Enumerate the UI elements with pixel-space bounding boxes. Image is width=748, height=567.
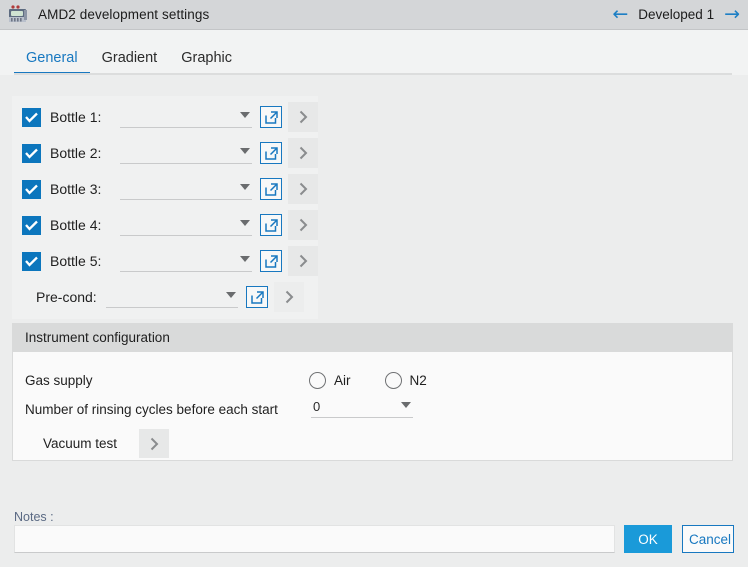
chevron-down-icon [240,148,250,154]
vacuum-test-label: Vacuum test [43,436,117,451]
bottle-3-details-button[interactable] [288,174,318,204]
rinsing-cycles-label: Number of rinsing cycles before each sta… [25,402,278,417]
bottle-4-open-button[interactable] [260,214,282,236]
gas-supply-options: Air N2 [309,366,453,395]
vacuum-test-row: Vacuum test [13,429,732,458]
tab-gradient[interactable]: Gradient [90,50,170,75]
vacuum-test-button[interactable] [139,429,169,458]
tab-graphic[interactable]: Graphic [169,50,244,75]
bottle-5-label: Bottle 5: [50,253,114,269]
rinsing-cycles-select[interactable]: 0 [311,396,413,418]
title-bar: AMD2 development settings ← Developed 1 … [0,0,748,30]
gas-option-air-radio[interactable] [309,372,326,389]
bottle-row-4: Bottle 4: [12,207,318,243]
bottle-1-select[interactable] [120,106,252,128]
bottle-row-1: Bottle 1: [12,99,318,135]
precond-select[interactable] [106,286,238,308]
cancel-button[interactable]: Cancel [682,525,734,553]
gas-option-air-label: Air [334,373,351,388]
bottle-row-3: Bottle 3: [12,171,318,207]
instrument-configuration-panel: Instrument configuration Gas supply Air … [12,323,733,461]
bottle-4-select[interactable] [120,214,252,236]
bottle-4-checkbox[interactable] [22,216,41,235]
window-title: AMD2 development settings [38,7,209,22]
record-navigator: ← Developed 1 → [612,5,740,24]
rinsing-cycles-value: 0 [311,396,413,417]
precond-open-button[interactable] [246,286,268,308]
precond-label: Pre-cond: [36,289,100,305]
bottle-4-label: Bottle 4: [50,217,114,233]
gas-option-n2-label: N2 [410,373,427,388]
general-tab-panel: Bottle 1: Bottle 2: [0,75,748,567]
chevron-down-icon [226,292,236,298]
chevron-down-icon [240,112,250,118]
chevron-down-icon [240,184,250,190]
tab-general[interactable]: General [14,50,90,75]
gas-option-n2-radio[interactable] [385,372,402,389]
bottle-3-label: Bottle 3: [50,181,114,197]
instrument-configuration-header: Instrument configuration [13,323,732,352]
bottle-list: Bottle 1: Bottle 2: [12,96,318,319]
bottle-2-label: Bottle 2: [50,145,114,161]
bottle-1-details-button[interactable] [288,102,318,132]
tab-bar: General Gradient Graphic [0,30,748,75]
bottle-3-open-button[interactable] [260,178,282,200]
bottle-1-checkbox[interactable] [22,108,41,127]
notes-label: Notes : [14,510,54,524]
bottle-5-open-button[interactable] [260,250,282,272]
previous-arrow-icon[interactable]: ← [612,5,628,24]
chevron-down-icon [240,220,250,226]
gas-supply-label: Gas supply [25,373,93,388]
record-label: Developed 1 [638,7,714,22]
bottle-2-details-button[interactable] [288,138,318,168]
bottle-5-checkbox[interactable] [22,252,41,271]
bottle-4-details-button[interactable] [288,210,318,240]
bottle-row-5: Bottle 5: [12,243,318,279]
next-arrow-icon[interactable]: → [724,5,740,24]
bottle-1-label: Bottle 1: [50,109,114,125]
ok-button[interactable]: OK [624,525,672,553]
precond-row: Pre-cond: [12,279,318,315]
bottle-2-select[interactable] [120,142,252,164]
notes-input[interactable] [14,525,615,553]
instrument-configuration-body: Gas supply Air N2 Number of rinsing cycl… [13,352,732,460]
chevron-down-icon [240,256,250,262]
bottle-5-details-button[interactable] [288,246,318,276]
bottle-2-open-button[interactable] [260,142,282,164]
bottle-3-select[interactable] [120,178,252,200]
bottle-3-checkbox[interactable] [22,180,41,199]
chevron-down-icon [401,402,411,408]
bottle-5-select[interactable] [120,250,252,272]
instrument-icon [6,4,30,26]
bottle-row-2: Bottle 2: [12,135,318,171]
bottle-1-open-button[interactable] [260,106,282,128]
bottle-2-checkbox[interactable] [22,144,41,163]
precond-details-button[interactable] [274,282,304,312]
